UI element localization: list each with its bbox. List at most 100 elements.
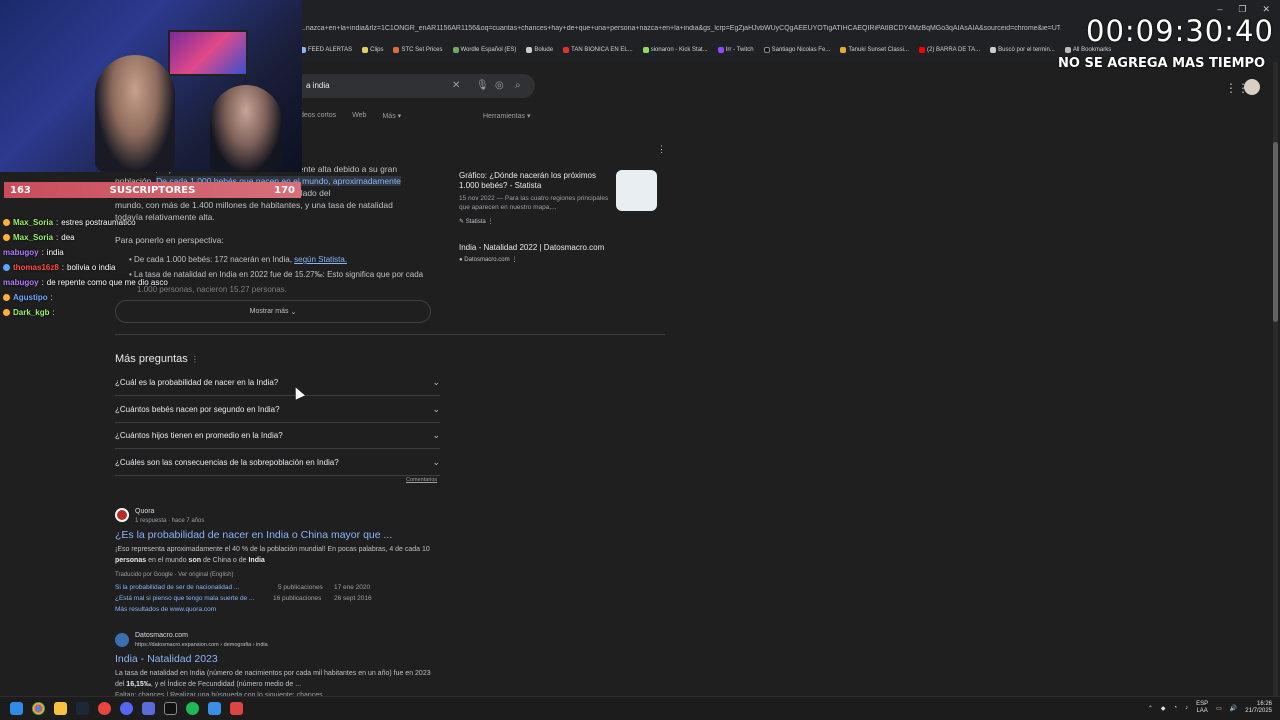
- bookmark[interactable]: Tanuki Sunset Classi...: [840, 44, 909, 56]
- chat-message: Max_Soria: estres postraumatico: [3, 215, 303, 230]
- microphone-icon[interactable]: 🎙: [476, 80, 489, 91]
- chevron-down-icon: ⌄: [432, 430, 440, 440]
- tab-web[interactable]: Web: [352, 112, 366, 120]
- paa-question[interactable]: ¿Cuántos bebés nacen por segundo en Indi…: [115, 397, 440, 423]
- bookmark-icon: [362, 47, 369, 53]
- bookmark[interactable]: Irr - Twitch: [717, 44, 754, 56]
- paa-question[interactable]: ¿Cuál es la probabilidad de nacer en la …: [115, 370, 440, 396]
- folder-icon: [1064, 47, 1071, 53]
- more-results-link[interactable]: Más resultados de www.quora.com: [115, 606, 216, 613]
- scrollbar[interactable]: [1273, 62, 1278, 696]
- bookmark[interactable]: (2) BARRA DE TA...: [919, 44, 980, 56]
- tab-more[interactable]: Más ▾: [382, 112, 401, 120]
- chat-text: bolivia o india: [67, 263, 116, 272]
- chevron-up-icon[interactable]: ⌃: [1148, 705, 1153, 712]
- sub-result-link[interactable]: Si la probabilidad de ser de nacionalida…: [115, 584, 239, 591]
- clock[interactable]: 16:26 21/7/2025: [1245, 701, 1272, 715]
- bookmark[interactable]: STC Set Prices: [393, 44, 443, 56]
- result-title-link[interactable]: ¿Es la probabilidad de nacer en India o …: [115, 529, 392, 541]
- chat-badge-icon: [3, 309, 10, 316]
- chat-username: thomas16z8: [13, 263, 59, 272]
- timer-note: NO SE AGREGA MAS TIEMPO: [1058, 56, 1266, 71]
- bookmark[interactable]: Wordle Español (ES): [452, 44, 516, 56]
- feedback-link[interactable]: Comentarios: [406, 477, 437, 483]
- app-icon[interactable]: [142, 702, 155, 715]
- search-input[interactable]: a india: [306, 81, 330, 90]
- language-indicator[interactable]: ESP LAA: [1196, 701, 1208, 715]
- chat-separator: :: [56, 233, 59, 242]
- chat-message: thomas16z8: bolivia o india: [3, 260, 303, 275]
- file-explorer-icon[interactable]: [54, 702, 67, 715]
- chrome-icon[interactable]: [32, 702, 45, 715]
- bookmark-icon: [642, 47, 649, 53]
- chat-username: Max_Soria: [13, 218, 54, 227]
- chevron-down-icon: ⌄: [432, 457, 440, 467]
- network-icon[interactable]: ◔: [1174, 705, 1178, 711]
- result-meta: 1 respuesta · hace 7 años: [135, 518, 205, 524]
- scroll-thumb[interactable]: [1273, 142, 1278, 322]
- chat-badge-icon: [3, 264, 10, 271]
- chat-message: mabugoy: de repente como que me dio asco: [3, 275, 303, 290]
- steam-icon[interactable]: [76, 702, 89, 715]
- chat-username: mabugoy: [3, 278, 39, 287]
- spotify-icon[interactable]: [186, 702, 199, 715]
- chat-username: Max_Soria: [13, 233, 54, 242]
- address-bar[interactable]: ...nazca+en+la+india&rlz=1C1ONGR_enAR115…: [300, 25, 1060, 39]
- bookmark[interactable]: TAN BIONICA EN EL...: [563, 44, 633, 56]
- sub-result-date: 26 sept 2016: [334, 595, 372, 602]
- quora-favicon: [115, 508, 129, 522]
- result-title-link[interactable]: India - Natalidad 2023: [115, 653, 218, 665]
- bookmark[interactable]: Clips: [362, 44, 383, 56]
- streamer-right: [210, 85, 282, 172]
- game-app-icon[interactable]: [208, 702, 221, 715]
- countdown-timer: 00:09:30:40: [1086, 14, 1274, 48]
- sub-label: SUSCRIPTORES: [109, 184, 196, 196]
- side-card-title[interactable]: Gráfico: ¿Dónde nacerán los próximos 1.0…: [459, 171, 609, 191]
- bookmark-icon: [840, 47, 847, 53]
- bookmark-icon: [717, 47, 724, 53]
- search-icon[interactable]: ⌕: [515, 80, 521, 91]
- windows-start-icon[interactable]: [10, 702, 23, 715]
- more-options-icon[interactable]: ⋮: [191, 355, 199, 364]
- side-card-title[interactable]: India - Natalidad 2022 | Datosmacro.com: [459, 243, 604, 252]
- display-icon[interactable]: ▭: [1216, 705, 1222, 712]
- sub-result-count: 5 publicaciones: [278, 584, 323, 591]
- bookmark[interactable]: Santiago Nicolas Fe...: [763, 44, 830, 56]
- speaker-icon[interactable]: 🔊: [1230, 705, 1237, 712]
- discord-icon[interactable]: [120, 702, 133, 715]
- chat-username: mabugoy: [3, 248, 39, 257]
- bookmark-icon: [393, 47, 400, 53]
- chat-text: india: [46, 248, 64, 257]
- paa-question[interactable]: ¿Cuáles son las consecuencias de la sobr…: [115, 450, 440, 476]
- more-options-icon[interactable]: ⋮: [657, 144, 666, 155]
- avatar[interactable]: [1244, 79, 1260, 95]
- side-card-thumbnail[interactable]: [616, 170, 657, 211]
- bookmark[interactable]: FEED ALERTAS: [300, 44, 352, 56]
- volume-icon[interactable]: ♪: [1185, 705, 1188, 711]
- result-site: Datosmacro.com: [135, 632, 188, 639]
- bookmark[interactable]: sionaron - Kick Stat...: [642, 44, 708, 56]
- translated-note[interactable]: Traducido por Google · Ver original (Eng…: [115, 572, 234, 578]
- bookmark[interactable]: Buscó por el termin...: [990, 44, 1055, 56]
- obs-icon[interactable]: [230, 702, 243, 715]
- clear-icon[interactable]: ✕: [452, 80, 460, 91]
- datosmacro-favicon: [115, 633, 129, 647]
- steam-tray-icon[interactable]: ◆: [1161, 705, 1166, 712]
- chat-text: dea: [61, 233, 75, 242]
- streamer-left: [95, 55, 175, 172]
- tab-short-videos[interactable]: deos cortos: [300, 112, 336, 120]
- side-card-source: ● Datosmacro.com ⋮: [459, 257, 518, 263]
- bookmark-icon: [990, 47, 997, 53]
- chat-badge-icon: [3, 234, 10, 241]
- chrome-alt-icon[interactable]: [98, 702, 111, 715]
- system-tray: ⌃ ◆ ◔ ♪ ESP LAA ▭ 🔊 16:26 21/7/2025: [1148, 701, 1272, 715]
- bookmark[interactable]: Bolude: [526, 44, 553, 56]
- chat-separator: :: [56, 218, 59, 227]
- tiktok-icon[interactable]: [164, 702, 177, 715]
- paa-question[interactable]: ¿Cuántos hijos tienen en promedio en la …: [115, 423, 440, 449]
- search-box[interactable]: a india ✕ 🎙 ◎ ⌕: [300, 74, 535, 98]
- tools-button[interactable]: Herramientas ▾: [483, 112, 530, 120]
- sub-result-link[interactable]: ¿Está mal si pienso que tengo mala suert…: [115, 595, 254, 602]
- lens-icon[interactable]: ◎: [495, 80, 504, 91]
- side-card-source: ✎ Statista ⋮: [459, 219, 494, 225]
